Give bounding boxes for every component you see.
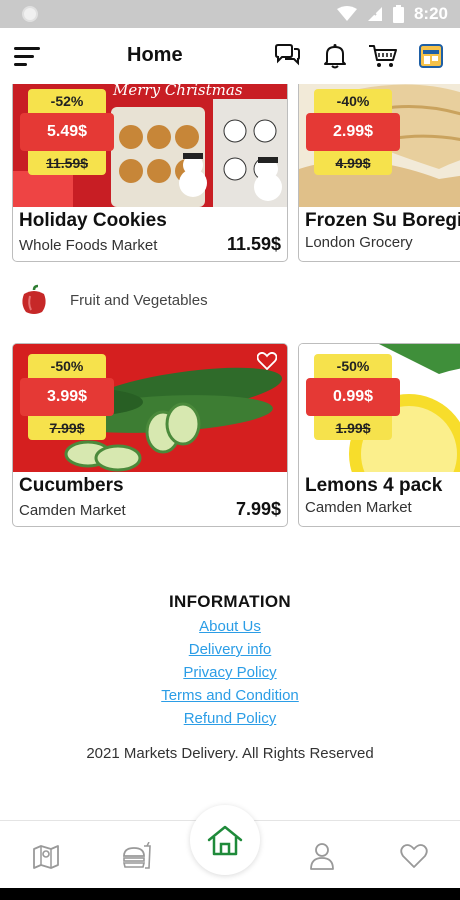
battery-icon (392, 5, 404, 23)
notification-dot-icon (22, 6, 38, 22)
copyright-text: 2021 Markets Delivery. All Rights Reserv… (86, 745, 374, 762)
chat-button[interactable] (272, 41, 302, 71)
product-name: Cucumbers (19, 475, 124, 496)
discount-percent: -50% (28, 354, 106, 378)
information-links: About Us Delivery info Privacy Policy Te… (0, 618, 460, 727)
category-label: Fruit and Vegetables (70, 291, 208, 309)
store-name: London Grocery (305, 234, 413, 251)
top-products-row[interactable]: Merry Christmas -52% 5.49$ 11.59$ Holida… (12, 84, 460, 262)
user-icon (310, 843, 334, 870)
product-image: -40% 2.99$ 4.99$ (299, 84, 460, 207)
store-name: Camden Market (19, 502, 126, 519)
image-caption: Merry Christmas (112, 84, 243, 99)
product-name: Holiday Cookies (19, 210, 167, 231)
cart-icon (369, 45, 397, 67)
privacy-policy-link[interactable]: Privacy Policy (183, 664, 276, 681)
bell-icon (324, 44, 346, 69)
information-title: INFORMATION (169, 592, 291, 611)
store-icon (419, 44, 443, 68)
store-name: Camden Market (305, 499, 412, 516)
favorite-heart-icon[interactable] (257, 352, 277, 370)
old-price: 4.99$ (314, 151, 392, 175)
map-icon (33, 845, 59, 869)
sale-price: 5.49$ (20, 113, 114, 151)
app-bar: Home (0, 28, 460, 84)
old-price: 7.99$ (28, 416, 106, 440)
heart-icon (400, 844, 428, 868)
information-section: INFORMATION About Us Delivery info Priva… (0, 592, 460, 762)
refund-policy-link[interactable]: Refund Policy (184, 710, 277, 727)
wifi-icon (336, 6, 357, 21)
sale-price: 3.99$ (20, 378, 114, 416)
old-price: 11.59$ (28, 151, 106, 175)
bottom-nav (0, 805, 460, 888)
old-price: 1.99$ (314, 416, 392, 440)
sale-price: 0.99$ (306, 378, 400, 416)
notifications-button[interactable] (320, 41, 350, 71)
nav-map[interactable] (29, 841, 63, 871)
discount-badge: -52% 5.49$ 11.59$ (20, 89, 114, 175)
sale-price: 2.99$ (306, 113, 400, 151)
cart-button[interactable] (368, 41, 398, 71)
home-button[interactable] (190, 805, 260, 875)
page-title: Home (127, 44, 183, 66)
pepper-icon (22, 284, 46, 314)
terms-link[interactable]: Terms and Condition (161, 687, 299, 704)
category-products-row[interactable]: -50% 3.99$ 7.99$ Cucumbers Camden Market… (12, 343, 460, 527)
product-card[interactable]: Merry Christmas -52% 5.49$ 11.59$ Holida… (12, 84, 288, 262)
menu-button[interactable] (14, 44, 42, 68)
product-image: -50% 0.99$ 1.99$ (299, 344, 460, 472)
product-card[interactable]: -50% 0.99$ 1.99$ Lemons 4 pack Camden Ma… (298, 343, 460, 527)
category-header[interactable]: Fruit and Vegetables (18, 284, 208, 316)
nav-favorites[interactable] (397, 841, 431, 871)
about-us-link[interactable]: About Us (199, 618, 261, 635)
product-name: Lemons 4 pack (305, 475, 443, 496)
product-image: Merry Christmas -52% 5.49$ 11.59$ (13, 84, 287, 207)
product-name: Frozen Su Boregi (305, 210, 460, 231)
discount-badge: -50% 3.99$ 7.99$ (20, 354, 114, 440)
home-icon (207, 825, 243, 856)
discount-percent: -40% (314, 89, 392, 113)
product-card[interactable]: -50% 3.99$ 7.99$ Cucumbers Camden Market… (12, 343, 288, 527)
store-button[interactable] (416, 41, 446, 71)
discount-percent: -50% (314, 354, 392, 378)
chat-icon (275, 44, 300, 66)
nav-food[interactable] (120, 841, 154, 871)
store-name: Whole Foods Market (19, 237, 158, 254)
discount-badge: -40% 2.99$ 4.99$ (306, 89, 400, 175)
status-bar: 8:20 (0, 0, 460, 28)
status-time: 8:20 (413, 4, 448, 23)
signal-icon (367, 7, 382, 21)
product-price: 7.99$ (235, 499, 281, 519)
main-content[interactable]: Merry Christmas -52% 5.49$ 11.59$ Holida… (0, 84, 460, 820)
product-card[interactable]: -40% 2.99$ 4.99$ Frozen Su Boregi London… (298, 84, 460, 262)
nav-profile[interactable] (305, 841, 339, 871)
food-icon (122, 842, 151, 869)
product-price: 11.59$ (226, 234, 281, 254)
discount-badge: -50% 0.99$ 1.99$ (306, 354, 400, 440)
system-nav-bar (0, 888, 460, 900)
delivery-info-link[interactable]: Delivery info (189, 641, 272, 658)
discount-percent: -52% (28, 89, 106, 113)
product-image: -50% 3.99$ 7.99$ (13, 344, 287, 472)
